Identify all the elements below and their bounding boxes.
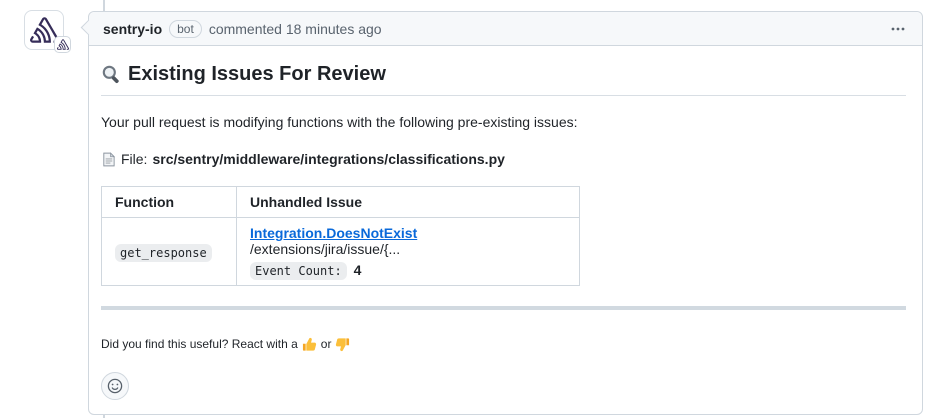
function-cell: get_response [102, 218, 237, 286]
file-line: File: src/sentry/middleware/integrations… [101, 149, 906, 170]
issue-cell: Integration.DoesNotExist /extensions/jir… [237, 218, 580, 286]
table-row: get_response Integration.DoesNotExist /e… [102, 218, 580, 286]
event-count-label: Event Count: [250, 262, 347, 280]
comment-header: sentry-io bot commented 18 minutes ago [89, 12, 922, 46]
comment-caret [80, 20, 96, 36]
page-icon [101, 152, 116, 167]
thumbs-down-icon [335, 337, 350, 352]
table-header-row: Function Unhandled Issue [102, 187, 580, 218]
thumbs-up-icon [302, 337, 317, 352]
section-divider [101, 306, 906, 310]
issue-line: Integration.DoesNotExist /extensions/jir… [250, 225, 566, 257]
file-path: src/sentry/middleware/integrations/class… [152, 149, 504, 170]
intro-text: Your pull request is modifying functions… [101, 112, 906, 133]
author-link[interactable]: sentry-io [103, 21, 162, 37]
app-badge [54, 36, 71, 53]
feedback-text: Did you find this useful? React with a [101, 336, 298, 352]
issue-link[interactable]: Integration.DoesNotExist [250, 225, 417, 241]
issue-path: /extensions/jira/issue/{... [250, 241, 400, 257]
issues-table: Function Unhandled Issue get_response In… [101, 186, 580, 286]
magnifying-glass-icon [101, 64, 122, 85]
comment-options-button[interactable] [888, 19, 908, 39]
comment-card: sentry-io bot commented 18 minutes ago E… [88, 11, 923, 415]
comment-body: Existing Issues For Review Your pull req… [89, 60, 922, 414]
column-header-function: Function [102, 187, 237, 218]
function-name: get_response [115, 244, 212, 262]
comment-timestamp: commented 18 minutes ago [209, 21, 382, 37]
sentry-logo-mini-icon [57, 39, 69, 50]
kebab-icon [890, 21, 906, 37]
file-label: File: [121, 149, 147, 170]
event-count-value: 4 [354, 262, 362, 278]
feedback-note: Did you find this useful? React with a o… [101, 336, 906, 352]
comment-title-text: Existing Issues For Review [128, 60, 386, 88]
avatar[interactable] [24, 10, 64, 50]
event-count-line: Event Count: 4 [250, 262, 566, 278]
add-reaction-button[interactable] [101, 372, 129, 400]
feedback-conjunction: or [321, 336, 332, 352]
column-header-issue: Unhandled Issue [237, 187, 580, 218]
comment-title: Existing Issues For Review [101, 60, 906, 96]
bot-badge: bot [169, 20, 202, 38]
smiley-icon [107, 378, 123, 394]
